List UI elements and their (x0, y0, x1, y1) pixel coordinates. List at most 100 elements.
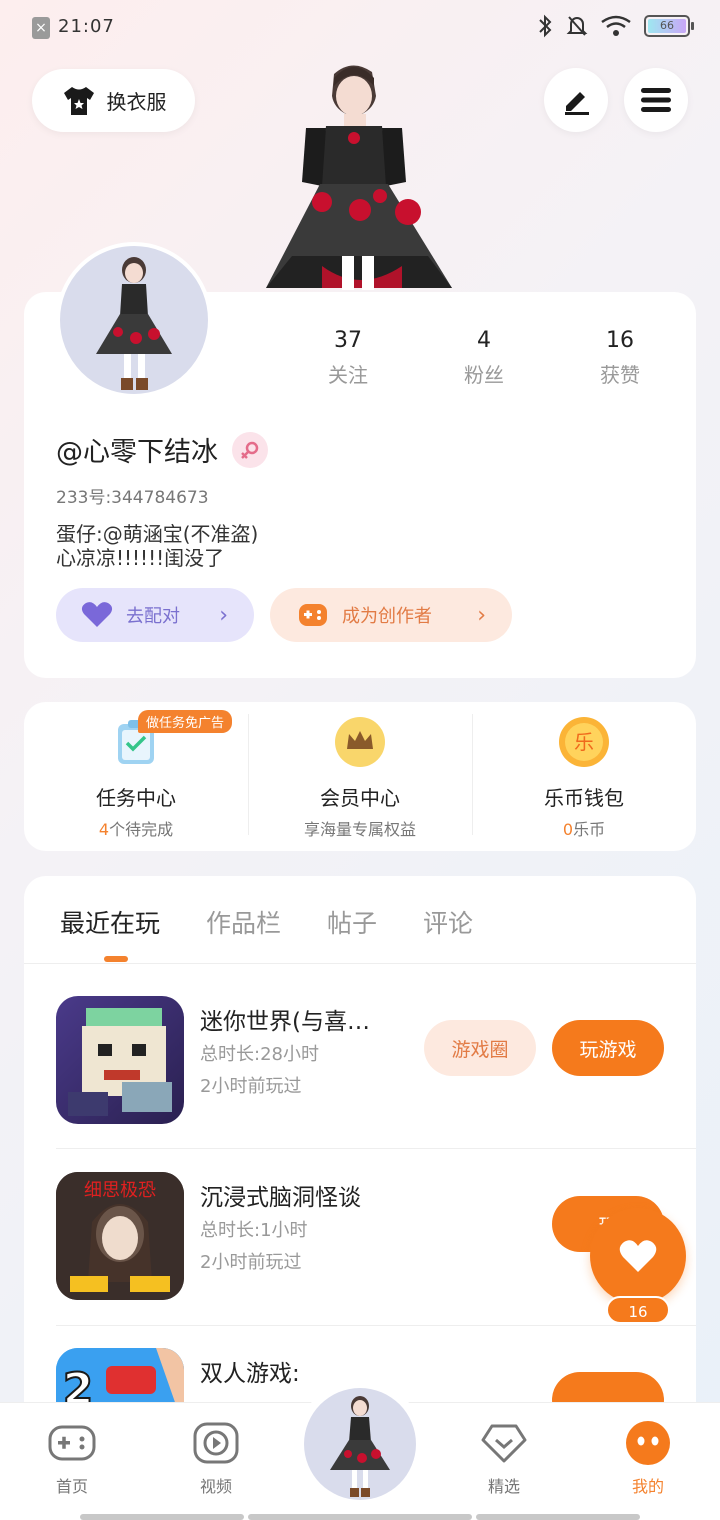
pending-count: 4 (98, 820, 110, 839)
game-last-played: 2小时前玩过 (200, 1252, 302, 1273)
tshirt-icon (63, 86, 94, 115)
icon-caption: 细思极恐 (84, 1180, 156, 1201)
nav-label: 我的 (631, 1477, 664, 1496)
tab-posts[interactable]: 帖子 (327, 904, 377, 940)
close-notification-icon: × (32, 17, 50, 39)
avatar-character-small (96, 257, 172, 390)
nav-label: 视频 (199, 1477, 232, 1496)
nav-label: 精选 (487, 1477, 520, 1496)
change-outfit-button[interactable]: 换衣服 (32, 69, 195, 132)
profile-stats: 37 关注 4 粉丝 16 获赞 (280, 328, 690, 388)
tab-works[interactable]: 作品栏 (206, 904, 281, 940)
avatar-character-large[interactable] (262, 56, 458, 294)
edit-profile-button[interactable] (544, 68, 608, 132)
stat-value: 37 (334, 328, 362, 353)
gender-badge (232, 431, 268, 468)
tab-bar: 最近在玩 作品栏 帖子 评论 (60, 904, 473, 940)
horror-game-icon: 细思极恐 (56, 1172, 184, 1300)
stat-following[interactable]: 37 关注 (280, 328, 416, 388)
services-card: 做任务免广告 任务中心 4个待完成 会员中心 享海量专属权益 乐 乐币钱包 0乐… (24, 702, 696, 851)
status-icons: 66 (536, 14, 694, 38)
like-count: 16 (606, 1296, 670, 1324)
stat-label: 关注 (328, 363, 368, 387)
nav-video[interactable]: 视频 (166, 1419, 266, 1497)
nav-featured[interactable]: 精选 (454, 1419, 554, 1497)
service-title: 任务中心 (96, 786, 176, 810)
coin-balance: 0 (562, 820, 574, 839)
bio: 蛋仔:@萌涵宝(不准盗) 心凉凉!!!!!!闺没了 (56, 522, 258, 570)
game-icon-horror: 细思极恐 (56, 1172, 184, 1300)
bio-line: 心凉凉!!!!!!闺没了 (56, 546, 225, 570)
heart-icon (619, 1240, 657, 1272)
become-creator-label: 成为创作者 (342, 606, 432, 627)
game-name: 沉浸式脑洞怪谈 (200, 1185, 361, 1211)
game-name: 迷你世界(与喜… (200, 1009, 370, 1035)
tab-comments[interactable]: 评论 (423, 904, 473, 940)
nav-me[interactable]: 我的 (598, 1419, 698, 1497)
tab-indicator (104, 956, 128, 962)
bluetooth-icon (539, 14, 552, 38)
game-last-played: 2小时前玩过 (200, 1076, 302, 1097)
change-outfit-label: 换衣服 (106, 90, 167, 114)
game-icon-mini-world (56, 996, 184, 1124)
stat-value: 16 (606, 328, 634, 353)
username: @心零下结冰 (56, 437, 218, 468)
pen-icon (565, 92, 589, 115)
stat-fans[interactable]: 4 粉丝 (416, 328, 552, 388)
stat-label: 获赞 (600, 363, 640, 387)
like-float-button[interactable] (590, 1208, 686, 1304)
heart-icon (81, 602, 113, 627)
user-id: 233号:344784673 (56, 488, 209, 508)
task-tag: 做任务免广告 (138, 710, 233, 733)
wifi-icon (601, 15, 631, 36)
avatar-character-mini (330, 1396, 390, 1497)
game-total-time: 总时长:28小时 (200, 1044, 319, 1065)
avatar[interactable] (56, 242, 212, 398)
match-label: 去配对 (126, 606, 180, 627)
hamburger-menu-icon (641, 88, 671, 112)
service-sub: 4个待完成 (24, 816, 248, 840)
le-coin-wallet[interactable]: 乐 乐币钱包 0乐币 (472, 702, 696, 851)
nav-label: 首页 (55, 1477, 88, 1496)
play-game-button[interactable]: 玩游戏 (552, 1020, 664, 1076)
avatar (304, 1388, 416, 1500)
home-indicator (476, 1514, 640, 1520)
le-coin-icon: 乐 (559, 717, 609, 767)
menu-button[interactable] (624, 68, 688, 132)
svg-text:乐: 乐 (574, 730, 594, 754)
service-title: 会员中心 (320, 786, 400, 810)
gamepad-icon (299, 604, 327, 626)
service-sub-text: 个待完成 (109, 820, 174, 839)
game-row[interactable]: 细思极恐 沉浸式脑洞怪谈 总时长:1小时 2小时前玩过 玩 (24, 1140, 696, 1316)
home-indicator (248, 1514, 472, 1520)
me-face-icon (622, 1419, 674, 1467)
stat-value: 4 (477, 328, 491, 353)
battery-icon: 66 (644, 15, 694, 37)
female-icon (241, 441, 259, 459)
status-bar: × 21:07 66 (0, 0, 720, 56)
vip-center[interactable]: 会员中心 享海量专属权益 (248, 702, 472, 851)
service-sub: 0乐币 (472, 816, 696, 840)
match-button[interactable]: 去配对 › (56, 588, 254, 642)
nav-center-avatar[interactable] (296, 1380, 424, 1508)
heart-diamond-icon (478, 1419, 530, 1467)
chevron-right-icon: › (477, 602, 486, 628)
username-row: @心零下结冰 (56, 430, 268, 469)
stat-label: 粉丝 (464, 363, 504, 387)
bio-line: 蛋仔:@萌涵宝(不准盗) (56, 522, 259, 546)
mute-bell-icon (566, 16, 588, 36)
service-title: 乐币钱包 (544, 786, 624, 810)
task-center[interactable]: 做任务免广告 任务中心 4个待完成 (24, 702, 248, 851)
service-sub: 享海量专属权益 (303, 820, 416, 839)
game-row[interactable]: 迷你世界(与喜… 总时长:28小时 2小时前玩过 游戏圈 玩游戏 (24, 964, 696, 1140)
status-time: 21:07 (58, 16, 115, 37)
tab-recent[interactable]: 最近在玩 (60, 904, 160, 940)
game-total-time: 总时长:1小时 (200, 1220, 308, 1241)
nav-home[interactable]: 首页 (22, 1419, 122, 1497)
mini-world-icon (68, 1008, 172, 1116)
game-circle-button[interactable]: 游戏圈 (424, 1020, 536, 1076)
stat-likes[interactable]: 16 获赞 (552, 328, 688, 388)
service-sub-text: 乐币 (573, 820, 606, 839)
home-indicator (80, 1514, 244, 1520)
become-creator-button[interactable]: 成为创作者 › (270, 588, 512, 642)
